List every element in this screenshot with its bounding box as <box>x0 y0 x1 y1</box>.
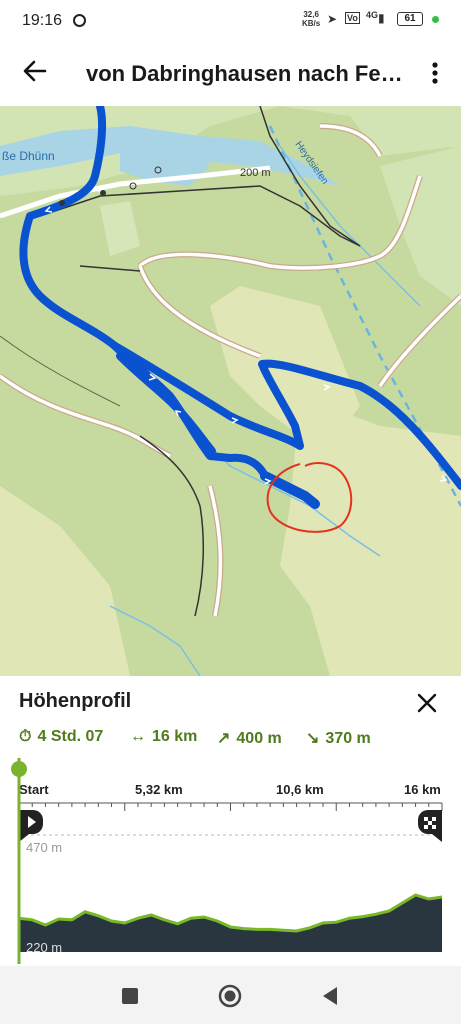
status-time: 19:16 <box>22 12 63 29</box>
square-icon[interactable] <box>118 984 142 1008</box>
battery-icon: 61 <box>397 12 423 26</box>
barrier-icon <box>100 190 106 196</box>
position-handle[interactable] <box>11 761 27 777</box>
ascent-value: 400 m <box>236 730 282 747</box>
y-tick-max: 470 m <box>26 840 62 855</box>
scale-label: 200 m <box>240 167 271 179</box>
map-canvas[interactable]: ße Dhünn Heydsiefen 200 m <box>0 106 461 676</box>
arrow-left-icon[interactable] <box>20 56 50 86</box>
finish-marker-icon[interactable] <box>418 810 442 842</box>
signal-label: 4G <box>366 10 379 20</box>
network-speed: 32,6 KB/s <box>302 10 320 28</box>
elevation-panel: Höhenprofil ⏱ 4 Std. 07 ↔ 16 km ↗ 400 m ↘ 37… <box>0 676 461 966</box>
x-axis-ticks <box>18 803 443 811</box>
network-speed-value: 32,6 <box>303 10 319 19</box>
network-speed-unit: KB/s <box>302 19 321 28</box>
notification-icon <box>73 14 86 27</box>
stat-ascent: ↗ 400 m <box>217 728 282 748</box>
y-tick-min: 220 m <box>26 940 62 955</box>
duration-value: 4 Std. 07 <box>37 728 104 745</box>
ascent-icon: ↗ <box>217 730 231 747</box>
location-icon: ➤ <box>327 12 338 26</box>
triangle-back-icon[interactable] <box>318 984 342 1008</box>
stat-distance: ↔ 16 km <box>130 728 197 746</box>
start-marker-icon[interactable] <box>19 810 43 842</box>
stat-descent: ↘ 370 m <box>306 728 371 748</box>
more-vertical-icon[interactable] <box>425 58 445 88</box>
river-label: ße Dhünn <box>2 149 55 163</box>
descent-value: 370 m <box>325 730 371 747</box>
distance-icon: ↔ <box>130 728 146 745</box>
app-bar: von Dabringhausen nach Fe… <box>0 40 461 106</box>
map-view[interactable]: ße Dhünn Heydsiefen 200 m <box>0 106 461 676</box>
barrier-icon <box>59 200 65 206</box>
privacy-indicator-icon <box>432 16 439 23</box>
profile-area <box>19 895 442 952</box>
status-bar: 19:16 32,6 KB/s ➤ Vo 4G ▮ 61 <box>0 0 461 40</box>
signal-bars-icon: ▮ <box>378 11 385 25</box>
distance-value: 16 km <box>152 728 198 745</box>
panel-title: Höhenprofil <box>19 690 132 712</box>
elevation-chart[interactable]: 470 m 220 m <box>0 758 461 964</box>
descent-icon: ↘ <box>306 730 320 747</box>
system-nav-bar <box>0 966 461 1024</box>
stat-duration: ⏱ 4 Std. 07 <box>19 728 103 746</box>
circle-icon[interactable] <box>218 984 242 1008</box>
page-title: von Dabringhausen nach Fe… <box>86 61 403 86</box>
stopwatch-icon: ⏱ <box>19 728 32 745</box>
close-icon[interactable] <box>414 690 440 716</box>
volte-icon: Vo <box>345 12 360 24</box>
